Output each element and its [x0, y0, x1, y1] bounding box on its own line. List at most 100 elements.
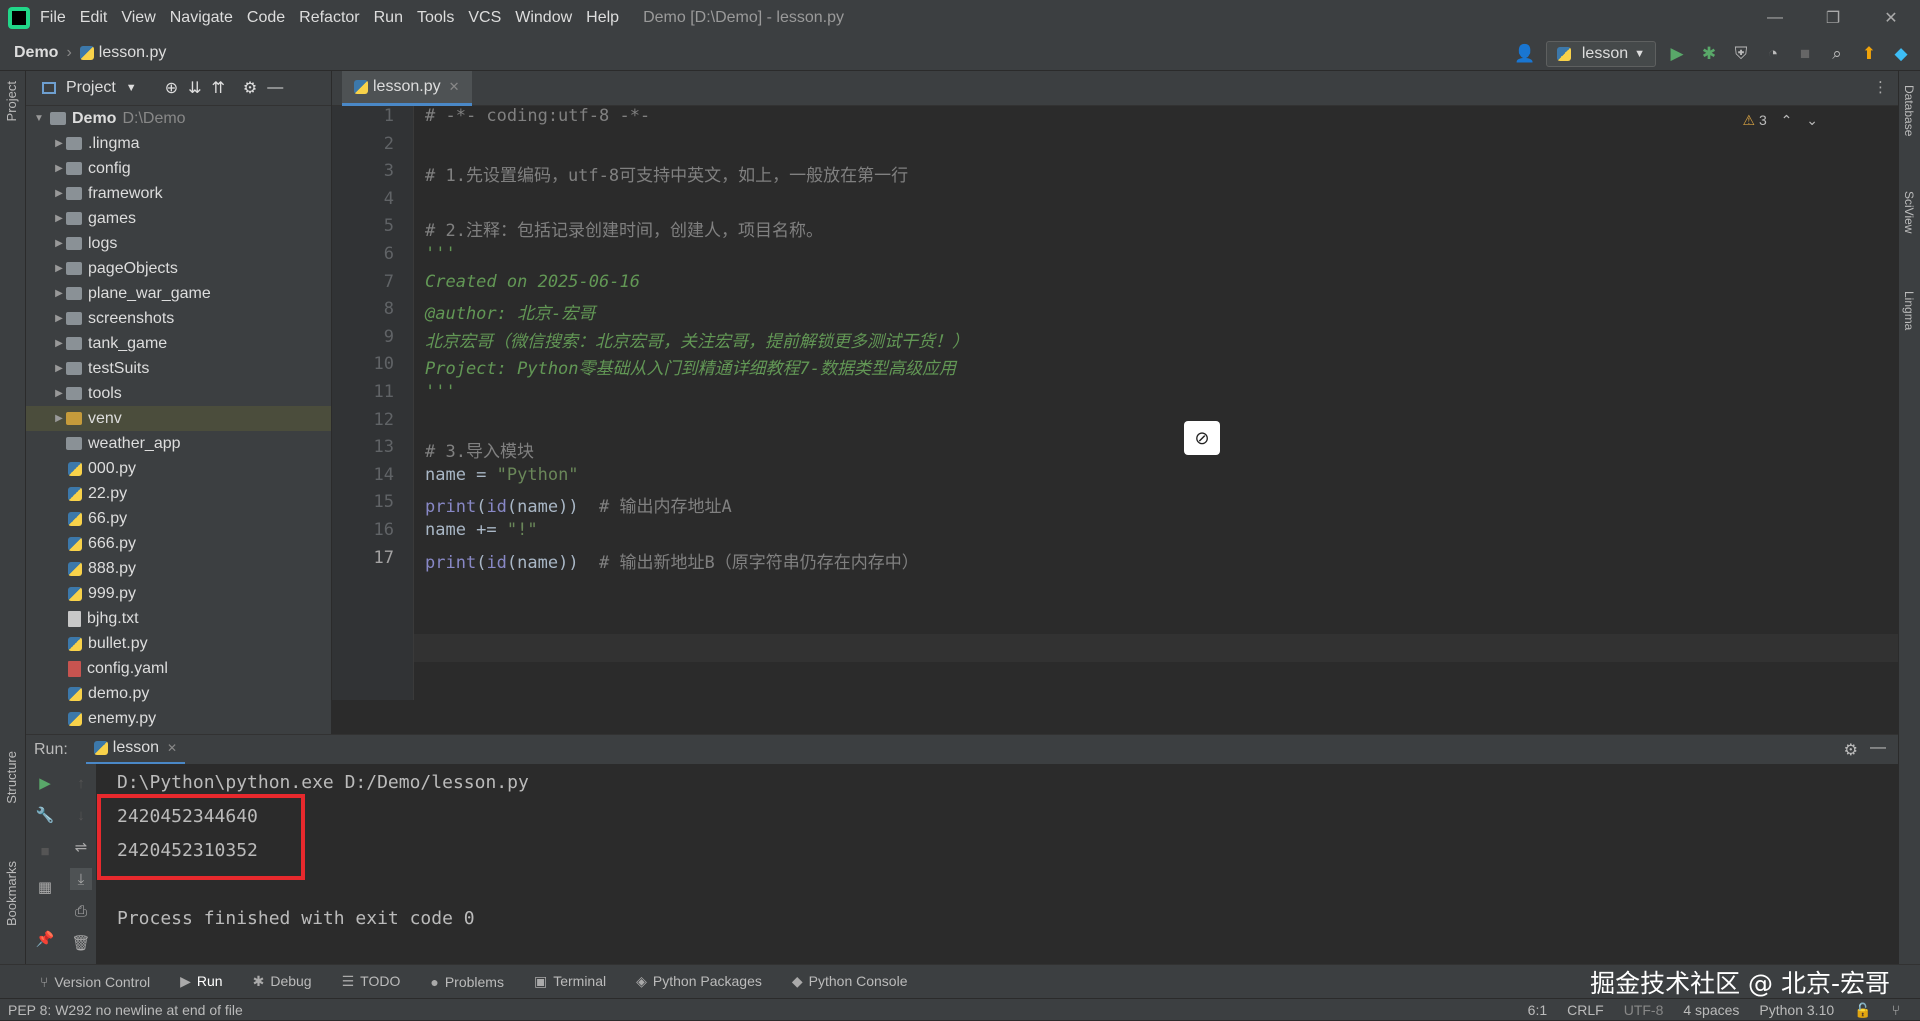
tree-folder-lingma[interactable]: ▶ .lingma [26, 131, 331, 156]
tree-file[interactable]: enemy.py [26, 706, 331, 731]
indent-setting[interactable]: 4 spaces [1683, 1002, 1739, 1018]
menu-view[interactable]: View [121, 9, 155, 26]
menu-code[interactable]: Code [247, 9, 285, 26]
breadcrumb-project[interactable]: Demo [14, 44, 58, 62]
profile-icon[interactable]: ◔ [1762, 43, 1784, 65]
minimize-icon[interactable]: — [1746, 0, 1804, 36]
run-icon[interactable]: ▶ [1666, 43, 1688, 65]
locate-icon[interactable]: ⊕ [165, 78, 178, 98]
chevron-up-icon[interactable]: ⌃ [1781, 112, 1793, 128]
tool-todo[interactable]: ☰ TODO [342, 973, 401, 990]
tree-file[interactable]: 22.py [26, 481, 331, 506]
hide-icon[interactable]: — [267, 79, 283, 97]
wrench-icon[interactable]: 🔧 [34, 804, 56, 826]
lingma-tool-tab[interactable]: Lingma [1902, 291, 1916, 330]
status-message[interactable]: PEP 8: W292 no newline at end of file [8, 1002, 243, 1018]
tool-python-packages[interactable]: ◈ Python Packages [636, 973, 762, 990]
tree-file[interactable]: 999.py [26, 581, 331, 606]
chevron-right-icon[interactable]: ▶ [52, 238, 66, 249]
tree-file[interactable]: 888.py [26, 556, 331, 581]
menu-help[interactable]: Help [586, 9, 619, 26]
tree-folder-venv[interactable]: ▶ venv [26, 406, 331, 431]
menu-tools[interactable]: Tools [417, 9, 454, 26]
tree-folder-weatherapp[interactable]: weather_app [26, 431, 331, 456]
tree-folder-screenshots[interactable]: ▶ screenshots [26, 306, 331, 331]
debug-icon[interactable]: ✱ [1698, 43, 1720, 65]
file-encoding[interactable]: UTF-8 [1624, 1002, 1664, 1018]
stop-icon[interactable]: ■ [1794, 43, 1816, 65]
update-icon[interactable]: ⬆ [1858, 43, 1880, 65]
tree-folder-pageObjects[interactable]: ▶ pageObjects [26, 256, 331, 281]
restore-icon[interactable]: ❐ [1804, 0, 1862, 36]
chevron-down-icon[interactable]: ▼ [32, 113, 46, 124]
menu-file[interactable]: File [40, 9, 66, 26]
tree-folder-games[interactable]: ▶ games [26, 206, 331, 231]
tree-folder-tankgame[interactable]: ▶ tank_game [26, 331, 331, 356]
tree-folder-logs[interactable]: ▶ logs [26, 231, 331, 256]
gear-icon[interactable]: ⚙ [243, 78, 257, 98]
rerun-icon[interactable]: ▶ [34, 772, 56, 794]
tree-file[interactable]: 666.py [26, 531, 331, 556]
tree-file[interactable]: 000.py [26, 456, 331, 481]
tool-run[interactable]: ▶ Run [180, 973, 222, 990]
scroll-to-end-icon[interactable]: ⤓ [70, 868, 92, 890]
tool-debug[interactable]: ✱ Debug [253, 973, 312, 990]
menu-run[interactable]: Run [374, 9, 403, 26]
tree-folder-planewargame[interactable]: ▶ plane_war_game [26, 281, 331, 306]
user-icon[interactable]: 👤 [1514, 43, 1536, 65]
chevron-right-icon[interactable]: ▶ [52, 413, 66, 424]
arrow-down-icon[interactable]: ↓ [70, 804, 92, 826]
chevron-right-icon[interactable]: ▶ [52, 313, 66, 324]
search-icon[interactable]: ⌕ [1826, 43, 1848, 65]
tree-folder-config[interactable]: ▶ config [26, 156, 331, 181]
menu-navigate[interactable]: Navigate [170, 9, 233, 26]
chevron-right-icon[interactable]: ▶ [52, 363, 66, 374]
tool-python-console[interactable]: ◆ Python Console [792, 973, 908, 990]
project-tool-tab[interactable]: Project [4, 81, 19, 121]
chevron-right-icon[interactable]: ▶ [52, 163, 66, 174]
chevron-right-icon[interactable]: ▶ [52, 288, 66, 299]
tab-lesson-py[interactable]: lesson.py ✕ [342, 71, 472, 106]
layout-icon[interactable]: ▦ [34, 876, 56, 898]
chevron-right-icon[interactable]: ▶ [52, 188, 66, 199]
run-config-selector[interactable]: lesson ▼ [1545, 40, 1656, 67]
chevron-right-icon[interactable]: ▶ [52, 263, 66, 274]
project-view-selector[interactable]: Project [66, 79, 116, 97]
close-tab-icon[interactable]: ✕ [449, 79, 460, 95]
chevron-down-icon[interactable]: ⌄ [1806, 112, 1818, 128]
close-tab-icon[interactable]: ✕ [167, 741, 177, 755]
chevron-down-icon[interactable]: ▼ [126, 82, 137, 94]
toolbox-icon[interactable]: ◆ [1890, 43, 1912, 65]
expand-all-icon[interactable]: ⇊ [188, 78, 201, 98]
menu-vcs[interactable]: VCS [468, 9, 501, 26]
tree-file[interactable]: config.yaml [26, 656, 331, 681]
chevron-right-icon[interactable]: ▶ [52, 388, 66, 399]
chevron-right-icon[interactable]: ▶ [52, 138, 66, 149]
arrow-up-icon[interactable]: ↑ [70, 772, 92, 794]
tree-folder-tools[interactable]: ▶ tools [26, 381, 331, 406]
gear-icon[interactable]: ⚙ [1844, 740, 1858, 760]
print-icon[interactable]: ⎙ [70, 900, 92, 922]
collapse-all-icon[interactable]: ⇈ [212, 78, 225, 98]
menu-refactor[interactable]: Refactor [299, 9, 359, 26]
tree-file[interactable]: bjhg.txt [26, 606, 331, 631]
breadcrumb-file[interactable]: lesson.py [99, 44, 167, 62]
structure-tool-tab[interactable]: Structure [4, 751, 19, 804]
close-icon[interactable]: ✕ [1862, 0, 1920, 36]
coverage-icon[interactable]: ⛨ [1730, 43, 1752, 65]
run-tab-lesson[interactable]: lesson ✕ [85, 735, 186, 765]
chevron-right-icon[interactable]: ▶ [52, 338, 66, 349]
more-icon[interactable]: ⋮ [1873, 78, 1888, 96]
line-separator[interactable]: CRLF [1567, 1002, 1604, 1018]
tool-problems[interactable]: ● Problems [430, 974, 504, 990]
database-tool-tab[interactable]: Database [1902, 85, 1916, 136]
trash-icon[interactable]: 🗑 [70, 932, 92, 954]
tree-folder-framework[interactable]: ▶ framework [26, 181, 331, 206]
stop-icon[interactable]: ■ [34, 840, 56, 862]
menu-window[interactable]: Window [515, 9, 572, 26]
python-interpreter[interactable]: Python 3.10 [1759, 1002, 1834, 1018]
pin-icon[interactable]: 📌 [34, 928, 56, 950]
sciview-tool-tab[interactable]: SciView [1902, 191, 1916, 233]
lock-icon[interactable]: 🔓 [1854, 1002, 1871, 1019]
disable-icon[interactable]: ⊘ [1184, 421, 1220, 455]
